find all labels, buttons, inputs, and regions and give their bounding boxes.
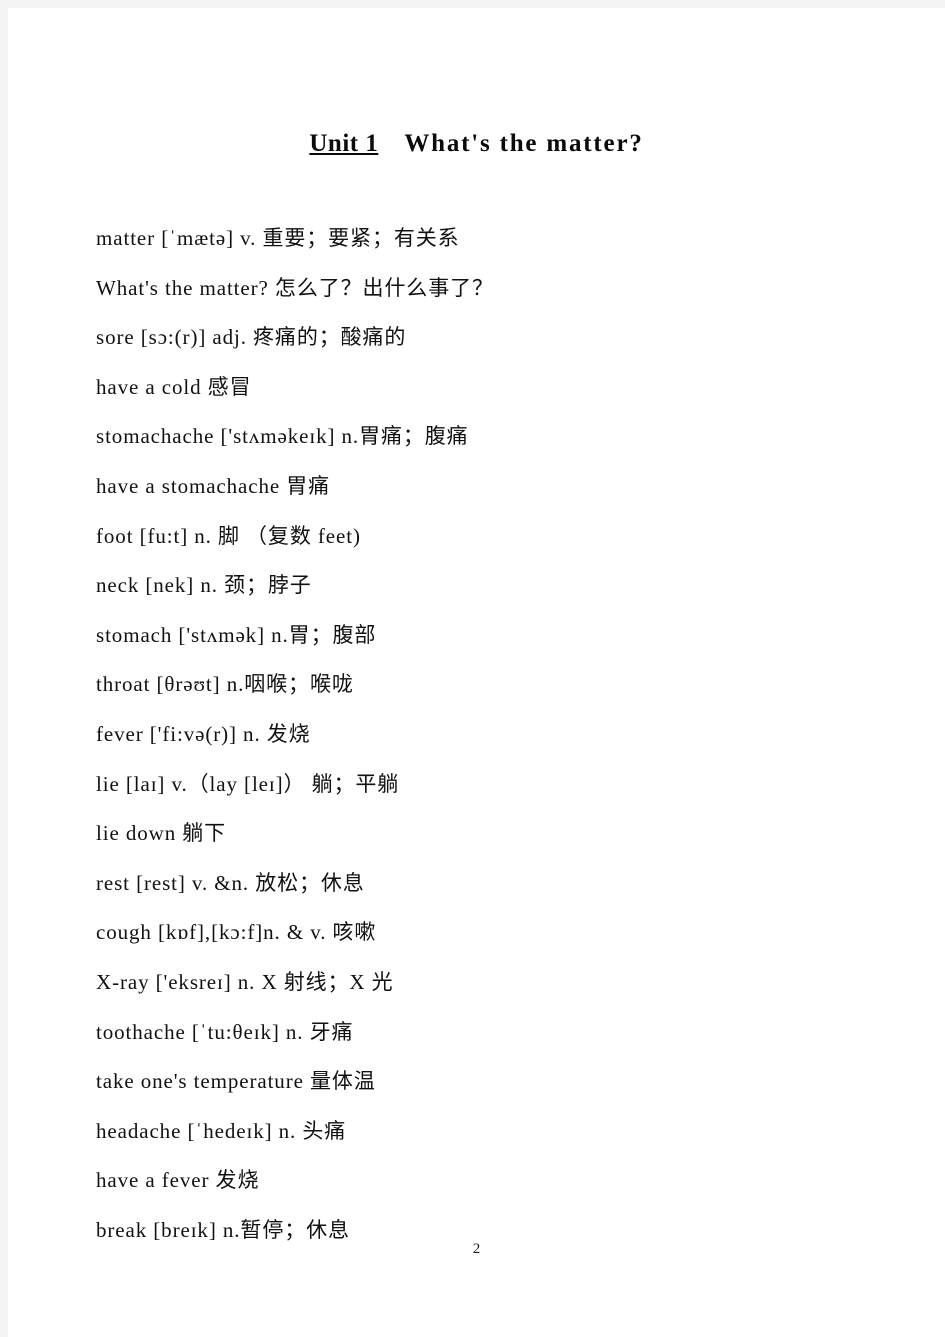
vocabulary-entry: stomachache ['stʌməkeɪk] n.胃痛；腹痛	[96, 424, 469, 449]
vocabulary-entry: sore [sɔ:(r)] adj. 疼痛的；酸痛的	[96, 325, 407, 350]
page-margin-top	[0, 0, 945, 8]
vocabulary-entry: fever ['fi:və(r)] n. 发烧	[96, 721, 311, 746]
vocabulary-entry: cough [kɒf],[kɔ:f]n. & v. 咳嗽	[96, 920, 377, 945]
page-title: Unit 1 What's the matter?	[8, 130, 945, 158]
vocabulary-entry: rest [rest] v. &n. 放松；休息	[96, 870, 365, 895]
page-margin-left	[0, 0, 8, 1337]
vocabulary-entry: throat [θrəʊt] n.咽喉；喉咙	[96, 672, 354, 697]
page-number: 2	[472, 1241, 481, 1257]
vocabulary-entry: headache [ˈhedeɪk] n. 头痛	[96, 1118, 347, 1143]
vocabulary-entry: have a fever 发烧	[96, 1168, 260, 1193]
vocabulary-entry: lie down 躺下	[96, 821, 227, 846]
vocabulary-entry: What's the matter? 怎么了？出什么事了？	[96, 275, 494, 300]
vocabulary-entry: have a cold 感冒	[96, 374, 252, 399]
vocabulary-entry: have a stomachache 胃痛	[96, 473, 331, 498]
vocabulary-list: matter [ˈmætə] v. 重要；要紧；有关系 What's the ma…	[96, 214, 896, 1255]
vocabulary-entry: matter [ˈmætə] v. 重要；要紧；有关系	[96, 226, 460, 250]
vocabulary-entry: foot [fu:t] n. 脚 （复数 feet)	[96, 523, 361, 548]
unit-label: Unit 1	[309, 130, 379, 157]
vocabulary-entry: X-ray ['eksreɪ] n. X 射线；X 光	[96, 969, 394, 994]
unit-topic: What's the matter?	[404, 130, 644, 157]
vocabulary-entry: stomach ['stʌmək] n.胃；腹部	[96, 622, 377, 647]
vocabulary-entry: neck [nek] n. 颈；脖子	[96, 573, 312, 598]
vocabulary-entry: take one's temperature 量体温	[96, 1069, 376, 1094]
vocabulary-entry: toothache [ˈtu:θeɪk] n. 牙痛	[96, 1019, 354, 1044]
vocabulary-entry: lie [laɪ] v.（lay [leɪ]） 躺；平躺	[96, 771, 400, 796]
document-page: Unit 1 What's the matter? matter [ˈmætə] …	[8, 8, 945, 1337]
